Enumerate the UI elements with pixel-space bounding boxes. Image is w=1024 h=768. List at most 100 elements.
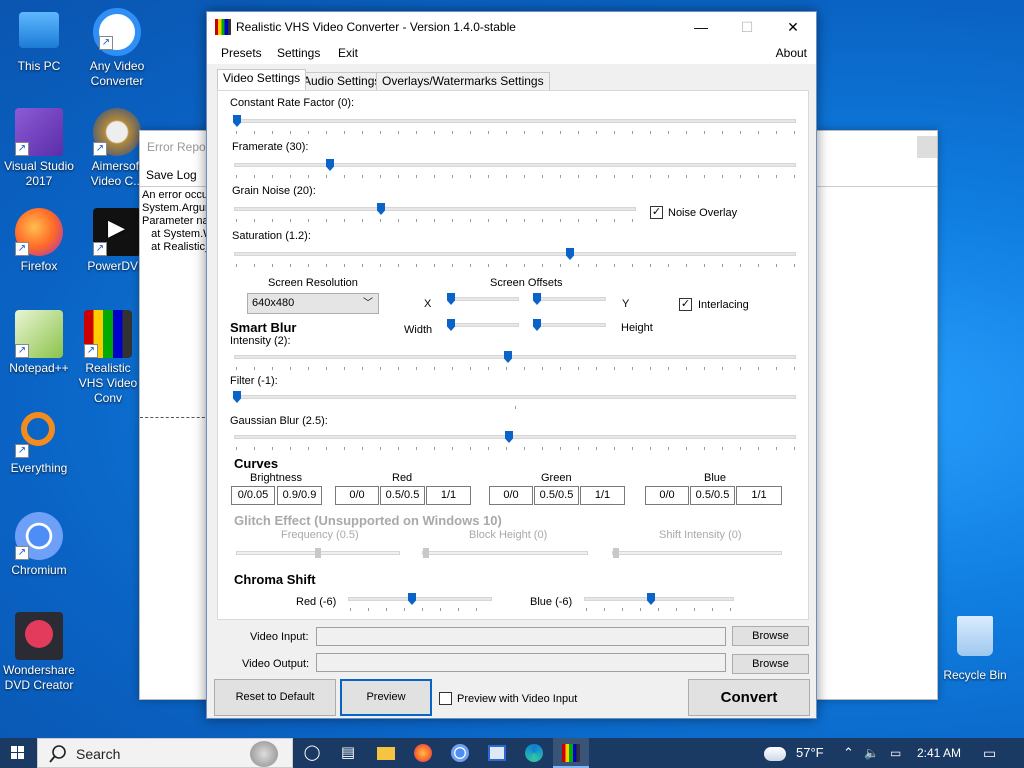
offset-x-slider-thumb[interactable] bbox=[447, 293, 455, 305]
clock-time[interactable]: 2:41 AM bbox=[917, 738, 961, 768]
intensity-slider-thumb[interactable] bbox=[504, 351, 512, 363]
screen-resolution-select[interactable]: 640x480 ﹀ bbox=[247, 293, 379, 314]
preview-button[interactable]: Preview bbox=[340, 679, 432, 716]
browse-input-button[interactable]: Browse bbox=[732, 626, 809, 646]
green-point-2[interactable]: 0.5/0.5 bbox=[534, 486, 579, 505]
green-point-3[interactable]: 1/1 bbox=[580, 486, 625, 505]
offset-y-slider[interactable] bbox=[536, 297, 606, 301]
weather-temp[interactable]: 57°F bbox=[796, 738, 824, 768]
slider-ticks bbox=[236, 264, 796, 267]
curves-blue-label: Blue bbox=[704, 472, 727, 484]
save-log-button[interactable]: Save Log bbox=[146, 166, 197, 184]
notepadpp-icon: ↗ bbox=[15, 310, 63, 358]
desktop-icon-dvd-creator[interactable]: Wondershare DVD Creator bbox=[0, 612, 79, 693]
desktop-icon-everything[interactable]: ↗ Everything bbox=[0, 410, 79, 476]
gaussian-blur-slider[interactable] bbox=[234, 435, 796, 439]
crf-slider[interactable] bbox=[234, 119, 796, 123]
offset-width-slider-thumb[interactable] bbox=[447, 319, 455, 331]
title-bar[interactable]: Realistic VHS Video Converter - Version … bbox=[207, 12, 816, 42]
offset-width-slider[interactable] bbox=[449, 323, 519, 327]
shift-intensity-slider[interactable] bbox=[612, 551, 782, 555]
minimize-button[interactable]: — bbox=[678, 12, 724, 42]
offset-height-slider-thumb[interactable] bbox=[533, 319, 541, 331]
widgets-icon[interactable]: ▤ bbox=[330, 738, 366, 768]
network-icon[interactable]: ▭ bbox=[890, 738, 901, 768]
desktop-icon-visual-studio[interactable]: ↗ Visual Studio 2017 bbox=[0, 108, 79, 189]
blue-point-2[interactable]: 0.5/0.5 bbox=[690, 486, 735, 505]
video-output-field[interactable] bbox=[316, 653, 726, 672]
gaussian-blur-slider-thumb[interactable] bbox=[505, 431, 513, 443]
notification-icon[interactable]: ▭ bbox=[983, 738, 996, 768]
intensity-slider[interactable] bbox=[234, 355, 796, 359]
offset-height-slider[interactable] bbox=[536, 323, 606, 327]
task-view-icon[interactable]: ◯ bbox=[294, 738, 330, 768]
grain-noise-slider-thumb[interactable] bbox=[377, 203, 385, 215]
desktop-icon-realistic-vhs[interactable]: ↗ Realistic VHS Video Conv bbox=[77, 310, 139, 406]
filter-slider-thumb[interactable] bbox=[233, 391, 241, 403]
chroma-blue-slider[interactable] bbox=[584, 597, 734, 601]
desktop-icon-recycle-bin[interactable]: Recycle Bin bbox=[935, 614, 1015, 683]
saturation-slider[interactable] bbox=[234, 252, 796, 256]
desktop-icon-this-pc[interactable]: This PC bbox=[0, 8, 79, 74]
crf-slider-thumb[interactable] bbox=[233, 115, 241, 127]
maximize-button[interactable]: ☐ bbox=[724, 12, 770, 42]
brightness-point-1[interactable]: 0/0.05 bbox=[231, 486, 275, 505]
framerate-slider-thumb[interactable] bbox=[326, 159, 334, 171]
menu-presets[interactable]: Presets bbox=[221, 46, 262, 60]
file-explorer-icon[interactable] bbox=[368, 738, 404, 768]
tab-video-settings[interactable]: Video Settings bbox=[217, 69, 307, 90]
blue-point-1[interactable]: 0/0 bbox=[645, 486, 689, 505]
frequency-slider-thumb[interactable] bbox=[315, 548, 321, 558]
grain-noise-slider[interactable] bbox=[234, 207, 636, 211]
chromium-taskbar-icon[interactable] bbox=[442, 738, 478, 768]
convert-button[interactable]: Convert bbox=[688, 679, 810, 716]
noise-overlay-checkbox[interactable]: ✓ bbox=[650, 206, 663, 219]
desktop-icon-chromium[interactable]: ↗ Chromium bbox=[0, 512, 79, 578]
red-point-1[interactable]: 0/0 bbox=[335, 486, 379, 505]
chevron-up-icon[interactable]: ⌃ bbox=[843, 738, 854, 768]
shift-intensity-slider-thumb[interactable] bbox=[613, 548, 619, 558]
saturation-slider-thumb[interactable] bbox=[566, 248, 574, 260]
block-height-slider-thumb[interactable] bbox=[423, 548, 429, 558]
tab-audio-settings[interactable]: Audio Settings bbox=[297, 72, 387, 90]
dvd-creator-icon bbox=[15, 612, 63, 660]
red-point-2[interactable]: 0.5/0.5 bbox=[380, 486, 425, 505]
red-point-3[interactable]: 1/1 bbox=[426, 486, 471, 505]
curves-header: Curves bbox=[234, 456, 279, 471]
vhs-taskbar-icon[interactable] bbox=[553, 738, 589, 768]
desktop-icon-any-video-converter[interactable]: ↗ Any Video Converter bbox=[77, 8, 157, 89]
offset-x-slider[interactable] bbox=[449, 297, 519, 301]
start-button[interactable] bbox=[0, 738, 36, 768]
framerate-slider[interactable] bbox=[234, 163, 796, 167]
desktop-icon-notepadpp[interactable]: ↗ Notepad++ bbox=[0, 310, 79, 376]
close-button[interactable]: ✕ bbox=[770, 12, 816, 42]
video-input-field[interactable] bbox=[316, 627, 726, 646]
offset-y-slider-thumb[interactable] bbox=[533, 293, 541, 305]
firefox-taskbar-icon[interactable] bbox=[405, 738, 441, 768]
app-taskbar-icon[interactable] bbox=[479, 738, 515, 768]
reset-to-default-button[interactable]: Reset to Default bbox=[214, 679, 336, 716]
block-height-slider[interactable] bbox=[422, 551, 588, 555]
preview-with-input-checkbox[interactable] bbox=[439, 692, 452, 705]
filter-slider[interactable] bbox=[234, 395, 796, 399]
browse-output-button[interactable]: Browse bbox=[732, 654, 809, 674]
menu-exit[interactable]: Exit bbox=[338, 46, 358, 60]
vhs-converter-window[interactable]: Realistic VHS Video Converter - Version … bbox=[206, 11, 817, 719]
desktop-icon-firefox[interactable]: ↗ Firefox bbox=[0, 208, 79, 274]
maximize-button[interactable] bbox=[917, 136, 937, 158]
video-settings-panel: Constant Rate Factor (0): Framerate (30)… bbox=[217, 90, 809, 620]
menu-about[interactable]: About bbox=[776, 46, 807, 60]
volume-icon[interactable]: 🔈 bbox=[864, 738, 879, 768]
taskbar-search[interactable]: Search bbox=[37, 738, 293, 768]
green-point-1[interactable]: 0/0 bbox=[489, 486, 533, 505]
menu-settings[interactable]: Settings bbox=[277, 46, 320, 60]
edge-taskbar-icon[interactable] bbox=[516, 738, 552, 768]
interlacing-checkbox[interactable]: ✓ bbox=[679, 298, 692, 311]
chroma-blue-slider-thumb[interactable] bbox=[647, 593, 655, 605]
chroma-red-slider[interactable] bbox=[348, 597, 492, 601]
brightness-point-2[interactable]: 0.9/0.9 bbox=[277, 486, 322, 505]
chroma-red-slider-thumb[interactable] bbox=[408, 593, 416, 605]
tab-overlays-settings[interactable]: Overlays/Watermarks Settings bbox=[376, 72, 550, 90]
weather-icon[interactable] bbox=[764, 738, 786, 768]
blue-point-3[interactable]: 1/1 bbox=[736, 486, 782, 505]
